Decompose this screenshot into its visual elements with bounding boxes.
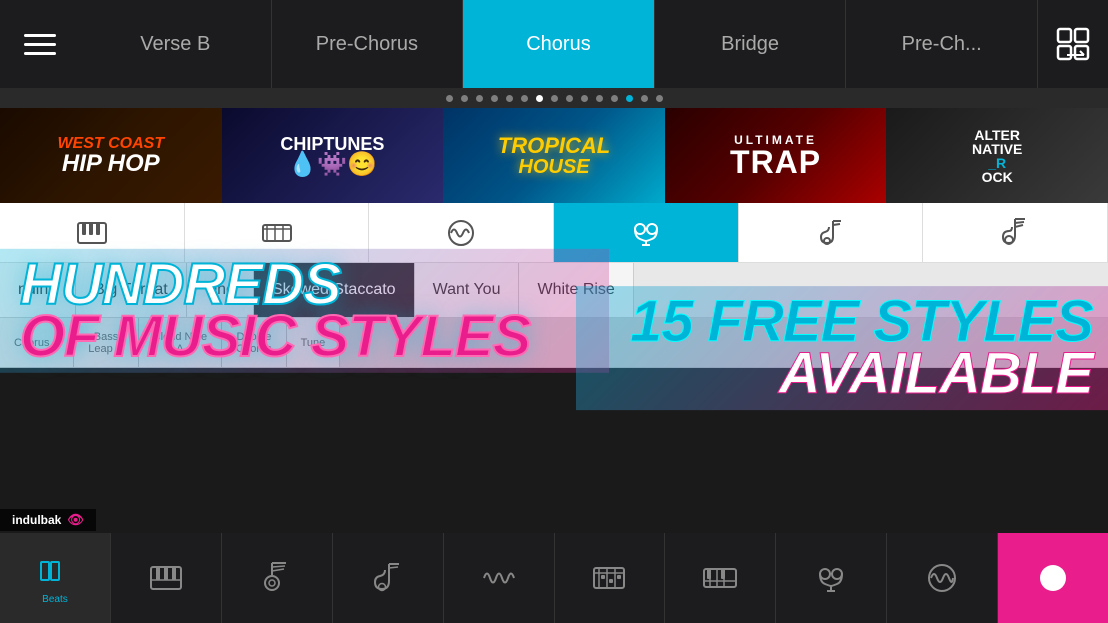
genre-tropical-house[interactable]: TROPICAL HOUSE [443,108,665,203]
style-big-throat[interactable]: Big Throat [76,263,187,317]
style-list: nding Big Throat One Skewed Staccato Wan… [0,263,1108,318]
dot-12[interactable] [611,95,618,102]
sub-style-chorus-a[interactable]: Chorus A [0,318,74,367]
instrument-vocal[interactable] [554,203,739,262]
dot-14[interactable] [641,95,648,102]
nav-bass[interactable] [333,533,444,623]
tab-verse-b[interactable]: Verse B [80,0,272,88]
nav-vocal[interactable] [776,533,887,623]
sub-style-tune[interactable]: Tune [287,318,341,367]
nav-synth[interactable] [887,533,998,623]
dot-1[interactable] [446,95,453,102]
nav-piano-roll[interactable] [111,533,222,623]
dot-6[interactable] [521,95,528,102]
nav-beats[interactable]: Beats [0,533,111,623]
sub-style-bass-leap-c[interactable]: Bass Leap C [74,318,138,367]
brand-strip: indulbak 👁 [0,509,96,531]
dot-8[interactable] [551,95,558,102]
tab-pre-ch2[interactable]: Pre-Ch... [846,0,1038,88]
genre-ultimate-trap[interactable]: ULTIMATE TRAP [665,108,887,203]
genre-alternative-rock[interactable]: ALTER NATIVE _R OCK [886,108,1108,203]
brand-icon: 👁 [67,512,84,528]
top-navigation: Verse B Pre-Chorus Chorus Bridge Pre-Ch.… [0,0,1108,88]
dot-7[interactable] [536,95,543,102]
sub-style-doodle-chorus[interactable]: Doodle Chorus [222,318,286,367]
nav-record[interactable] [998,533,1108,623]
dot-3[interactable] [476,95,483,102]
dot-13[interactable] [626,95,633,102]
dot-10[interactable] [581,95,588,102]
sub-style-cloud-nine-a[interactable]: Cloud Nine A [139,318,222,367]
genre-west-coast-hip-hop[interactable]: WEST COAST HIP HOP [0,108,222,203]
nav-tabs: Verse B Pre-Chorus Chorus Bridge Pre-Ch.… [80,0,1038,88]
tab-chorus[interactable]: Chorus [463,0,655,88]
dot-5[interactable] [506,95,513,102]
nav-keys[interactable] [665,533,776,623]
hamburger-icon [24,34,56,55]
nav-beats-label: Beats [42,594,68,605]
genre-banners: WEST COAST HIP HOP CHIPTUNES 💧👾😊 TROPICA… [0,108,1108,203]
sub-style-list: Chorus A Bass Leap C Cloud Nine A Doodle… [0,318,1108,368]
instrument-drums[interactable] [185,203,370,262]
nav-guitar[interactable] [222,533,333,623]
instrument-guitar[interactable] [923,203,1108,262]
arrangement-button[interactable] [1038,0,1108,88]
genre-chiptunes[interactable]: CHIPTUNES 💧👾😊 [222,108,444,203]
style-nding[interactable]: nding [0,263,76,317]
dot-15[interactable] [656,95,663,102]
instrument-bass[interactable] [739,203,924,262]
dot-9[interactable] [566,95,573,102]
instrument-synth[interactable] [369,203,554,262]
dot-2[interactable] [461,95,468,102]
style-one[interactable]: One [187,263,254,317]
nav-drum-machine[interactable] [555,533,666,623]
dot-4[interactable] [491,95,498,102]
style-skewed-staccato[interactable]: Skewed Staccato [254,263,415,317]
bottom-navigation: Beats [0,533,1108,623]
tab-pre-chorus[interactable]: Pre-Chorus [272,0,464,88]
instrument-piano[interactable] [0,203,185,262]
tab-bridge[interactable]: Bridge [655,0,847,88]
pagination-dots [0,88,1108,108]
dot-11[interactable] [596,95,603,102]
brand-logo: indulbak [12,513,61,527]
instrument-selector [0,203,1108,263]
style-want-you[interactable]: Want You [415,263,520,317]
menu-button[interactable] [0,0,80,88]
style-white-rise[interactable]: White Rise [519,263,633,317]
nav-wave[interactable] [444,533,555,623]
